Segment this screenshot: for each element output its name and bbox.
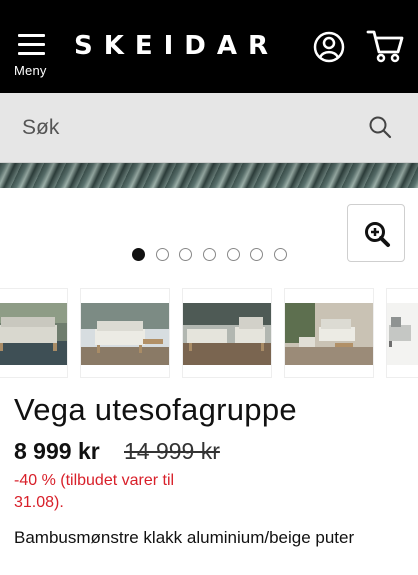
hamburger-icon [18,34,45,37]
product-title: Vega utesofagruppe [14,392,297,427]
carousel-dot[interactable] [250,248,263,261]
search-input[interactable] [0,93,350,163]
carousel-dot[interactable] [156,248,169,261]
carousel-dot[interactable] [227,248,240,261]
search-icon[interactable] [368,115,392,139]
thumbnail-image[interactable] [182,288,272,378]
carousel-dot[interactable] [274,248,287,261]
cart-icon[interactable] [366,28,404,64]
search-bar [0,93,418,163]
user-icon[interactable] [312,30,346,64]
menu-label: Meny [14,63,47,78]
hamburger-icon-line [18,43,45,46]
thumbnail-image[interactable] [0,288,68,378]
thumbnail-image[interactable] [386,288,418,378]
menu-button[interactable]: Meny [14,30,54,80]
thumbnail-strip [0,288,418,378]
thumbnail-image[interactable] [284,288,374,378]
thumbnail-image[interactable] [80,288,170,378]
carousel-dots [0,248,418,264]
carousel-dot[interactable] [132,248,145,261]
image-shade [0,163,418,188]
carousel-dot[interactable] [179,248,192,261]
skeidar-logo[interactable]: SKEIDAR [74,30,279,62]
hamburger-icon-line [18,52,45,55]
carousel-dot[interactable] [203,248,216,261]
product-main-image[interactable] [0,163,418,188]
current-price: 8 999 kr [14,438,100,464]
product-description: Bambusmønstre klakk aluminium/beige pute… [14,528,355,547]
site-header: Meny SKEIDAR [0,0,418,93]
discount-note: -40 % (tilbudet varer til 31.08). [14,472,175,511]
original-price: 14 999 kr [124,438,220,464]
